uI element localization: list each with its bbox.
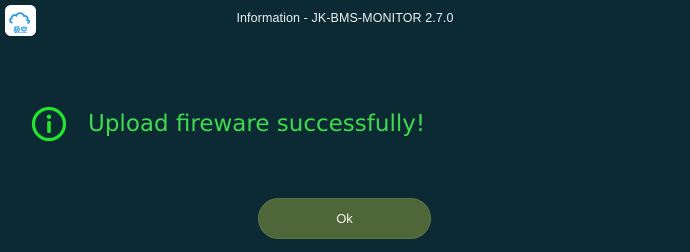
info-circle-icon: [31, 106, 67, 142]
status-message: Upload fireware successfully!: [88, 111, 426, 137]
window-title: Information - JK-BMS-MONITOR 2.7.0: [236, 11, 454, 25]
information-dialog: 极空 Information - JK-BMS-MONITOR 2.7.0 Up…: [0, 0, 690, 252]
ok-button[interactable]: Ok: [258, 198, 431, 239]
app-logo-text: 极空: [14, 25, 28, 34]
